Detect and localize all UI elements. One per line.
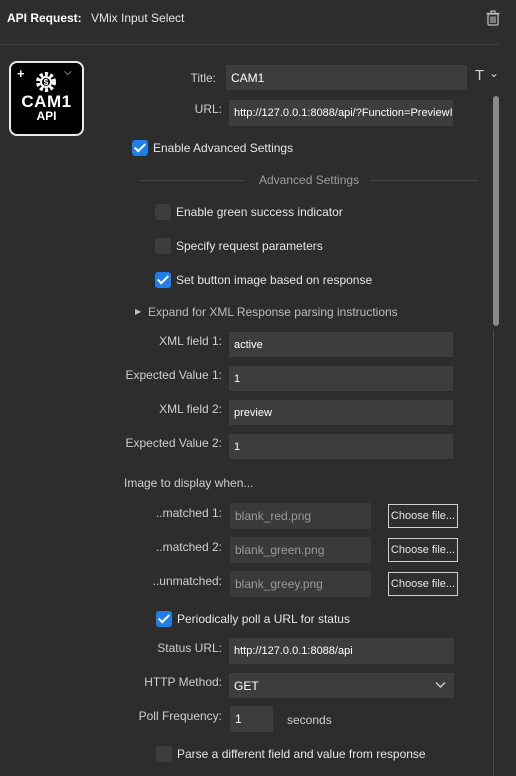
poll-url-label: Periodically poll a URL for status <box>177 612 350 626</box>
svg-text:$: $ <box>44 78 49 87</box>
matched-1-file: blank_red.png <box>230 503 371 529</box>
chevron-down-icon[interactable]: ⌄ <box>489 66 499 80</box>
green-indicator-checkbox[interactable] <box>155 204 171 220</box>
expected-value-2-input[interactable]: 1 <box>229 434 453 459</box>
trash-icon[interactable] <box>484 9 502 27</box>
xml-field-2-label: XML field 2: <box>159 402 222 416</box>
expected-value-1-input[interactable]: 1 <box>229 366 453 391</box>
scrollbar-thumb[interactable] <box>493 96 499 326</box>
unmatched-label: ..unmatched: <box>152 574 222 588</box>
unmatched-file: blank_greey.png <box>230 571 371 597</box>
enable-advanced-checkbox[interactable] <box>132 140 148 156</box>
url-input[interactable]: http://127.0.0.1:8088/api/?Function=Prev… <box>229 100 453 126</box>
xml-field-1-input[interactable]: active <box>229 332 453 357</box>
http-method-value: GET <box>234 678 259 693</box>
text-format-icon[interactable]: T <box>475 67 484 84</box>
title-label: Title: <box>190 71 216 85</box>
parse-field-label: Parse a different field and value from r… <box>177 747 426 761</box>
chevron-down-icon[interactable]: ⌵ <box>64 67 72 78</box>
section-divider-right <box>370 180 478 181</box>
action-name: VMix Input Select <box>91 11 185 25</box>
image-response-checkbox[interactable] <box>155 272 171 288</box>
scrollbar-track[interactable] <box>493 330 494 776</box>
matched-2-file: blank_green.png <box>230 537 371 563</box>
advanced-settings-heading: Advanced Settings <box>259 173 360 187</box>
icon-line-2: API <box>36 109 57 123</box>
parse-field-checkbox[interactable] <box>156 746 172 762</box>
matched-2-label: ..matched 2: <box>155 540 222 554</box>
xml-expand-toggle[interactable]: Expand for XML Response parsing instruct… <box>148 305 398 319</box>
header-title: API Request: <box>7 11 82 25</box>
plus-icon[interactable]: + <box>17 66 25 81</box>
status-url-label: Status URL: <box>157 641 222 655</box>
image-heading: Image to display when... <box>124 476 254 490</box>
matched-1-label: ..matched 1: <box>155 506 222 520</box>
chevron-down-icon[interactable] <box>435 681 446 689</box>
choose-file-matched-1-button[interactable]: Choose file... <box>388 504 458 528</box>
poll-frequency-label: Poll Frequency: <box>138 709 222 723</box>
poll-frequency-unit: seconds <box>287 713 332 727</box>
title-input[interactable]: CAM1 <box>226 65 467 90</box>
enable-advanced-label: Enable Advanced Settings <box>153 141 294 155</box>
poll-frequency-input[interactable]: 1 <box>230 706 273 732</box>
http-method-select[interactable]: GET <box>229 673 454 698</box>
status-url-input[interactable]: http://127.0.0.1:8088/api <box>229 638 454 664</box>
choose-file-unmatched-button[interactable]: Choose file... <box>388 572 458 596</box>
header-divider <box>0 44 500 45</box>
request-params-checkbox[interactable] <box>155 238 171 254</box>
choose-file-matched-2-button[interactable]: Choose file... <box>388 538 458 562</box>
section-divider-left <box>140 180 244 181</box>
http-method-label: HTTP Method: <box>144 675 222 689</box>
poll-url-checkbox[interactable] <box>156 611 172 627</box>
image-response-label: Set button image based on response <box>176 273 373 287</box>
green-indicator-label: Enable green success indicator <box>176 205 343 219</box>
expand-arrow-icon[interactable]: ▶ <box>135 307 141 316</box>
xml-field-1-label: XML field 1: <box>159 334 222 348</box>
url-label: URL: <box>194 102 222 116</box>
button-icon-preview[interactable]: + $ ⌵ CAM1 API <box>9 61 84 136</box>
expected-value-2-label: Expected Value 2: <box>125 436 222 450</box>
request-params-label: Specify request parameters <box>176 239 323 253</box>
expected-value-1-label: Expected Value 1: <box>125 368 222 382</box>
xml-field-2-input[interactable]: preview <box>229 400 453 425</box>
